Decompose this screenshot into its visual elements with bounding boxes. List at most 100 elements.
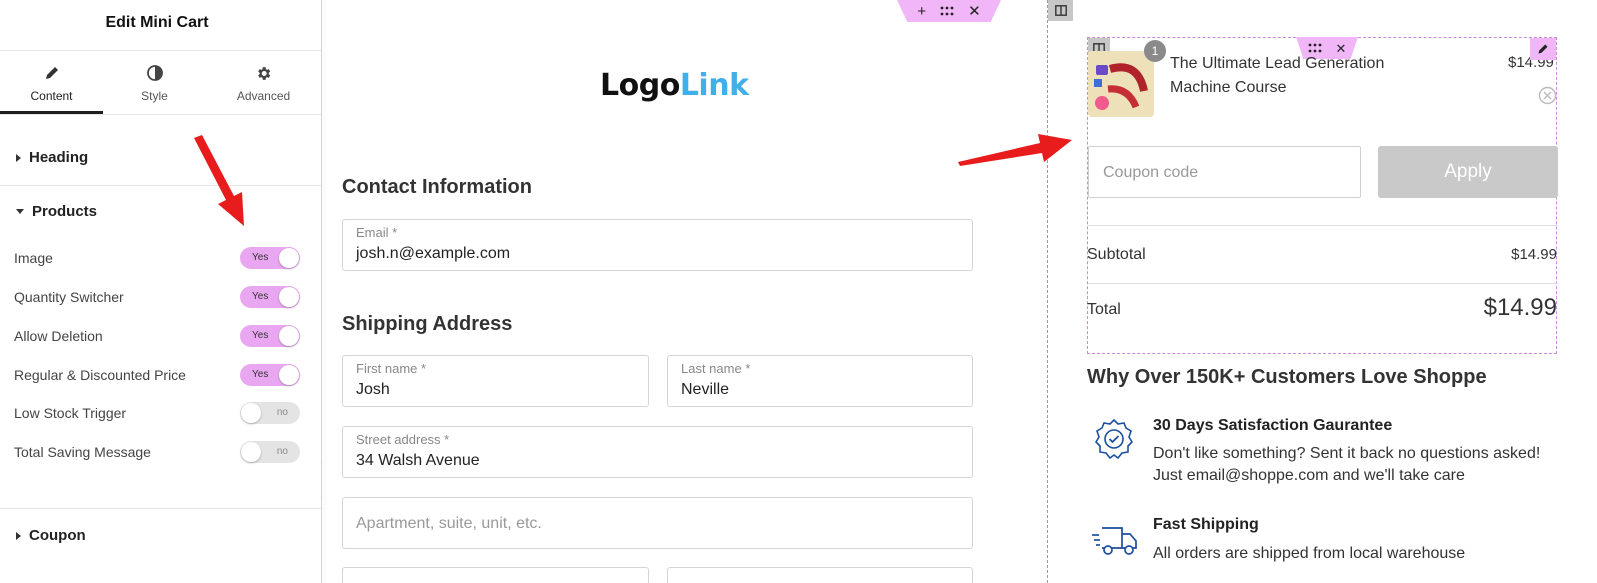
quantity-badge: 1 [1144,40,1166,62]
control-label: Total Saving Message [14,444,151,460]
feature-text: Don't like something? Sent it back no qu… [1153,445,1541,462]
logo: LogoLink [600,68,749,103]
tab-content[interactable]: Content [0,51,103,114]
toggle-text: Yes [252,369,269,380]
field-label: Street address * [356,432,450,447]
control-regular-discounted-price: Regular & Discounted Price Yes [14,364,300,386]
total-value: $14.99 [1483,294,1557,321]
field-label: Email * [356,225,398,240]
toggle-knob [279,326,299,346]
control-low-stock-trigger: Low Stock Trigger no [14,402,300,424]
first-name-field[interactable]: First name * Josh [342,355,649,407]
control-quantity-switcher: Quantity Switcher Yes [14,286,300,308]
panel-tabs: Content Style Advanced [0,51,321,114]
field-label: First name * [356,361,427,376]
apartment-field[interactable]: Apartment, suite, unit, etc. [342,497,973,549]
section-label: Heading [29,149,89,166]
toggle-knob [241,442,261,462]
plus-icon[interactable]: + [917,4,926,19]
drag-handle-icon[interactable] [940,4,954,19]
contrast-icon [103,65,206,83]
low-stock-trigger-toggle[interactable]: no [240,402,300,424]
divider [1088,225,1558,226]
feature-text: All orders are shipped from local wareho… [1153,545,1466,562]
total-label: Total [1087,301,1121,318]
image-toggle[interactable]: Yes [240,247,300,269]
section-label: Products [32,203,98,220]
caret-down-icon [16,209,24,214]
logo-part: Logo [600,68,680,103]
control-image: Image Yes [14,247,300,269]
toggle-knob [279,248,299,268]
pencil-icon [0,65,103,83]
toggle-knob [279,287,299,307]
section-products[interactable]: Products [16,203,97,220]
toggle-knob [279,365,299,385]
subtotal-label: Subtotal [1087,246,1146,263]
regular-discounted-price-toggle[interactable]: Yes [240,364,300,386]
field-label: Last name * [681,361,751,376]
feature-title: 30 Days Satisfaction Gaurantee [1153,417,1393,434]
delivery-truck-icon [1092,527,1137,555]
tab-label: Advanced [236,89,291,103]
section-label: Coupon [29,527,86,544]
control-label: Low Stock Trigger [14,405,127,421]
tab-label: Content [30,89,73,103]
control-label: Image [14,250,53,266]
product-image [1088,51,1154,117]
divider [0,185,321,186]
tab-label: Style [141,89,168,103]
divider [1088,283,1558,284]
street-address-field[interactable]: Street address * 34 Walsh Avenue [342,426,973,478]
shipping-title: Shipping Address [342,313,513,335]
input-placeholder: Coupon code [1103,164,1199,181]
gear-icon [206,65,321,83]
toggle-knob [241,403,261,423]
section-heading[interactable]: Heading [16,149,88,166]
field-placeholder: Apartment, suite, unit, etc. [356,515,542,532]
postcode-field[interactable] [667,567,973,583]
pencil-icon [1538,44,1548,54]
last-name-field[interactable]: Last name * Neville [667,355,973,407]
field-value: 34 Walsh Avenue [356,452,480,469]
field-value: Josh [356,381,390,398]
allow-deletion-toggle[interactable]: Yes [240,325,300,347]
editor-panel: Edit Mini Cart Content Style Advanced He… [0,0,322,583]
control-label: Quantity Switcher [14,289,124,305]
feature-title: Fast Shipping [1153,516,1259,533]
toggle-text: Yes [252,252,269,263]
quantity-switcher-toggle[interactable]: Yes [240,286,300,308]
panel-title: Edit Mini Cart [105,14,209,31]
apply-coupon-button[interactable]: Apply [1378,146,1558,198]
caret-right-icon [16,531,21,540]
remove-item-icon[interactable] [1538,86,1557,105]
contact-title: Contact Information [342,176,532,198]
divider [0,508,321,509]
field-value: josh.n@example.com [356,245,511,262]
total-saving-message-toggle[interactable]: no [240,441,300,463]
mini-cart-column: 1 ✕ The Ultimate Lead Generation Machine… [1047,0,1597,583]
email-field[interactable]: Email * josh.n@example.com [342,219,973,271]
column-handle[interactable] [1048,0,1073,21]
city-field[interactable] [342,567,649,583]
checkout-canvas: + ✕ LogoLink Contact Information Email *… [323,0,1046,583]
close-icon[interactable]: ✕ [968,4,981,19]
field-value: Neville [681,381,730,398]
tab-advanced[interactable]: Advanced [206,51,321,114]
edit-widget-button[interactable] [1530,38,1556,60]
editor-screen: Edit Mini Cart Content Style Advanced He… [0,0,1597,583]
why-title: Why Over 150K+ Customers Love Shoppe [1087,366,1487,388]
toggle-text: Yes [252,330,269,341]
section-coupon[interactable]: Coupon [16,527,86,544]
control-allow-deletion: Allow Deletion Yes [14,325,300,347]
divider [0,114,321,115]
coupon-code-input[interactable]: Coupon code [1088,146,1361,198]
control-label: Allow Deletion [14,328,103,344]
badge-check-icon [1094,418,1134,460]
feature-text: Just email@shoppe.com and we'll take car… [1153,467,1465,484]
subtotal-value: $14.99 [1511,246,1557,263]
toggle-text: no [276,407,288,418]
column-icon [1054,5,1067,16]
tab-style[interactable]: Style [103,51,206,114]
toggle-text: no [276,446,288,457]
